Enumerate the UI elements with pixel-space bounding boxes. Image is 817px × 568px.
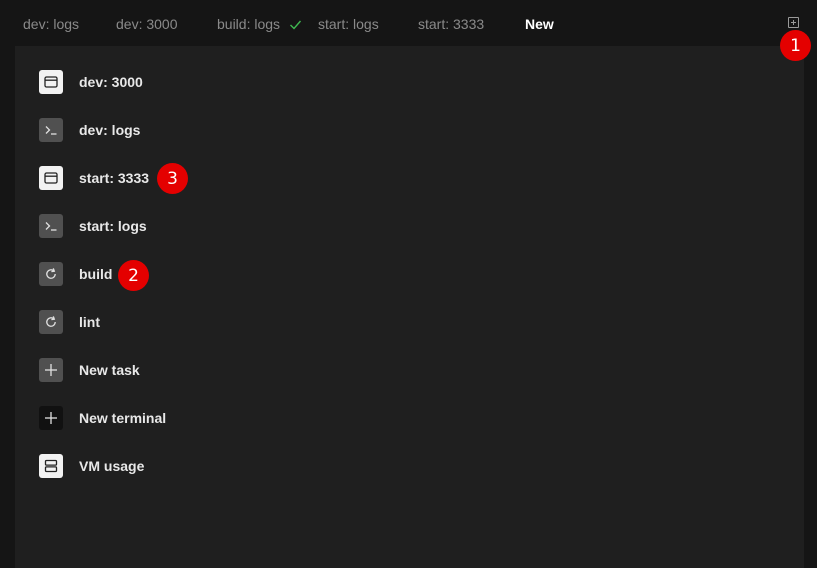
terminal-icon (39, 214, 63, 238)
menu-item-start-3333[interactable]: start: 3333 (39, 166, 439, 190)
terminal-icon (39, 118, 63, 142)
plus-icon (39, 358, 63, 382)
refresh-icon (39, 262, 63, 286)
menu-item-dev-3000[interactable]: dev: 3000 (39, 70, 439, 94)
annotation-badge-3: 3 (157, 163, 188, 194)
tab-dev-logs[interactable]: dev: logs (23, 16, 79, 33)
tab-build-logs[interactable]: build: logs (217, 16, 280, 33)
menu-item-label: start: logs (79, 218, 147, 234)
browser-window-icon (39, 166, 63, 190)
menu-item-label: VM usage (79, 458, 145, 474)
refresh-icon (39, 310, 63, 334)
tab-start-3333[interactable]: start: 3333 (418, 16, 484, 33)
server-icon (39, 454, 63, 478)
menu-item-label: dev: 3000 (79, 74, 143, 90)
tab-new[interactable]: New (525, 16, 554, 33)
annotation-badge-1: 1 (780, 30, 811, 61)
menu-item-build[interactable]: build (39, 262, 439, 286)
tab-start-logs[interactable]: start: logs (318, 16, 379, 33)
annotation-badge-2: 2 (118, 260, 149, 291)
tab-bar: dev: logs dev: 3000 build: logs start: l… (0, 0, 817, 46)
new-tab-panel: dev: 3000 dev: logs start: 3333 start: l… (15, 46, 804, 568)
menu-item-start-logs[interactable]: start: logs (39, 214, 439, 238)
tab-dev-3000[interactable]: dev: 3000 (116, 16, 178, 33)
menu-item-label: build (79, 266, 113, 282)
menu-item-new-terminal[interactable]: New terminal (39, 406, 439, 430)
menu-item-label: New task (79, 362, 140, 378)
menu-item-label: start: 3333 (79, 170, 150, 186)
menu-item-lint[interactable]: lint (39, 310, 439, 334)
menu-item-dev-logs[interactable]: dev: logs (39, 118, 439, 142)
check-icon (290, 20, 302, 30)
menu-item-new-task[interactable]: New task (39, 358, 439, 382)
menu-item-vm-usage[interactable]: VM usage (39, 454, 439, 478)
browser-window-icon (39, 70, 63, 94)
menu-item-label: dev: logs (79, 122, 141, 138)
menu-item-label: lint (79, 314, 100, 330)
menu-item-label: New terminal (79, 410, 167, 426)
add-tab-button[interactable] (788, 17, 799, 28)
plus-icon (39, 406, 63, 430)
